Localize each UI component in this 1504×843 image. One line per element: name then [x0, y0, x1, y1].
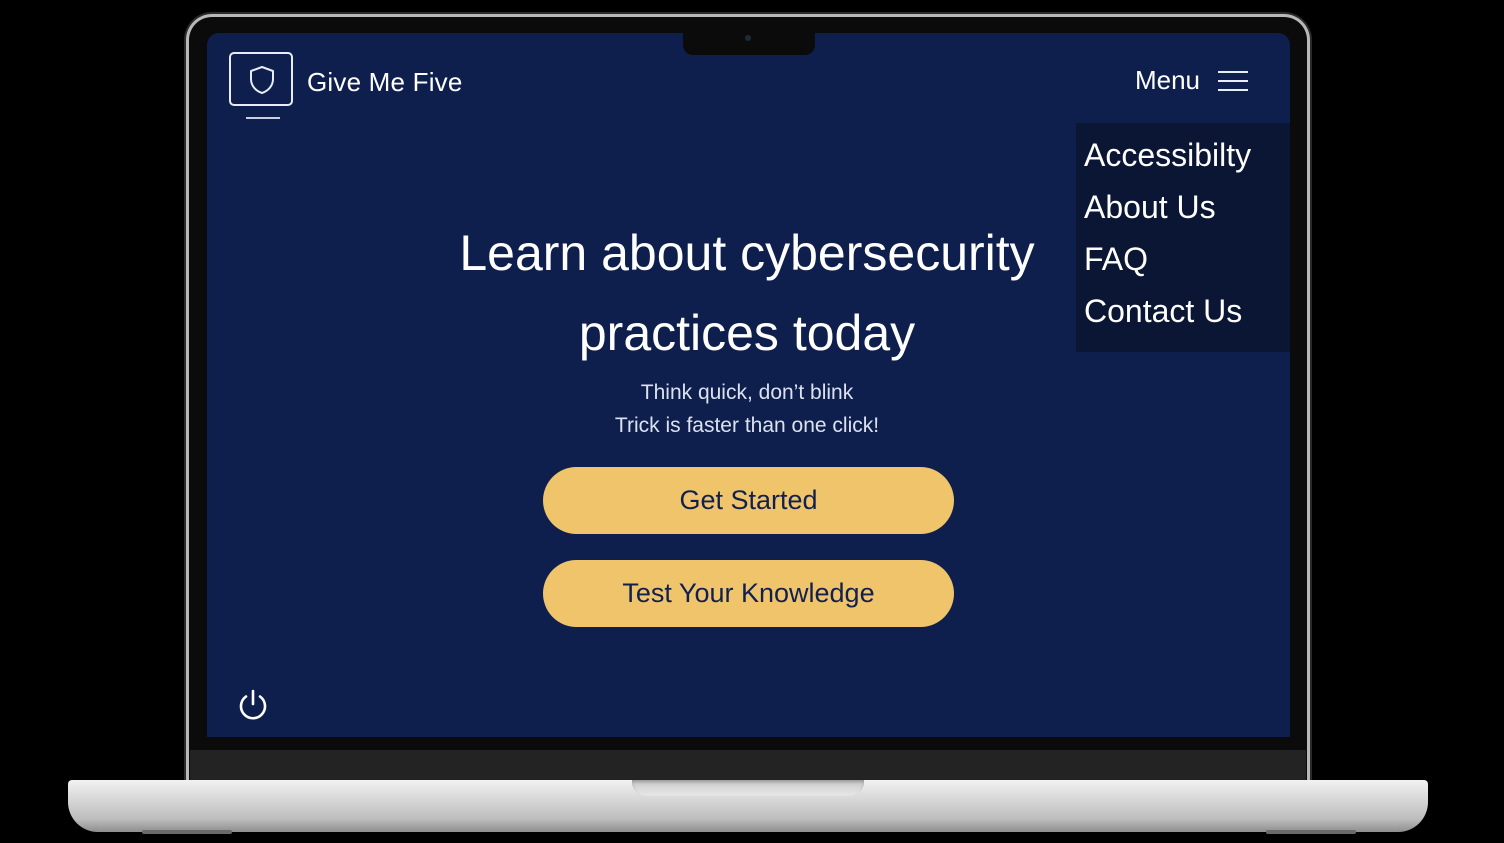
power-icon[interactable]: [235, 687, 271, 723]
menu-dropdown: Accessibilty About Us FAQ Contact Us: [1076, 123, 1290, 352]
laptop-mockup: Give Me Five Menu Accessibilty About Us …: [0, 0, 1504, 843]
get-started-button[interactable]: Get Started: [543, 467, 954, 534]
hero-title-line-2: practices today: [578, 305, 916, 361]
laptop-foot-right: [1266, 830, 1356, 834]
brand-name[interactable]: Give Me Five: [307, 67, 463, 98]
hero-title: Learn about cybersecurity practices toda…: [397, 213, 1097, 373]
app-screen: Give Me Five Menu Accessibilty About Us …: [207, 33, 1290, 737]
tagline-line-1: Think quick, don’t blink: [640, 381, 854, 404]
logo-stand-line: [246, 117, 280, 119]
menu-button[interactable]: Menu: [1135, 65, 1248, 96]
shield-monitor-icon[interactable]: [229, 52, 293, 106]
hero-title-line-1: Learn about cybersecurity: [459, 225, 1035, 281]
test-your-knowledge-button[interactable]: Test Your Knowledge: [543, 560, 954, 627]
laptop-bezel-chin: [190, 750, 1306, 780]
laptop-base-groove: [632, 780, 864, 796]
menu-label: Menu: [1134, 65, 1200, 95]
menu-item-accessibility[interactable]: Accessibilty: [1076, 129, 1290, 181]
hamburger-icon: [1218, 70, 1248, 92]
hero-tagline: Think quick, don’t blink Trick is faster…: [497, 376, 997, 442]
menu-item-contact-us[interactable]: Contact Us: [1076, 285, 1290, 337]
menu-item-about-us[interactable]: About Us: [1076, 181, 1290, 233]
menu-item-faq[interactable]: FAQ: [1076, 233, 1290, 285]
laptop-foot-left: [142, 830, 232, 834]
camera-icon: [745, 35, 751, 41]
tagline-line-2: Trick is faster than one click!: [614, 414, 880, 437]
